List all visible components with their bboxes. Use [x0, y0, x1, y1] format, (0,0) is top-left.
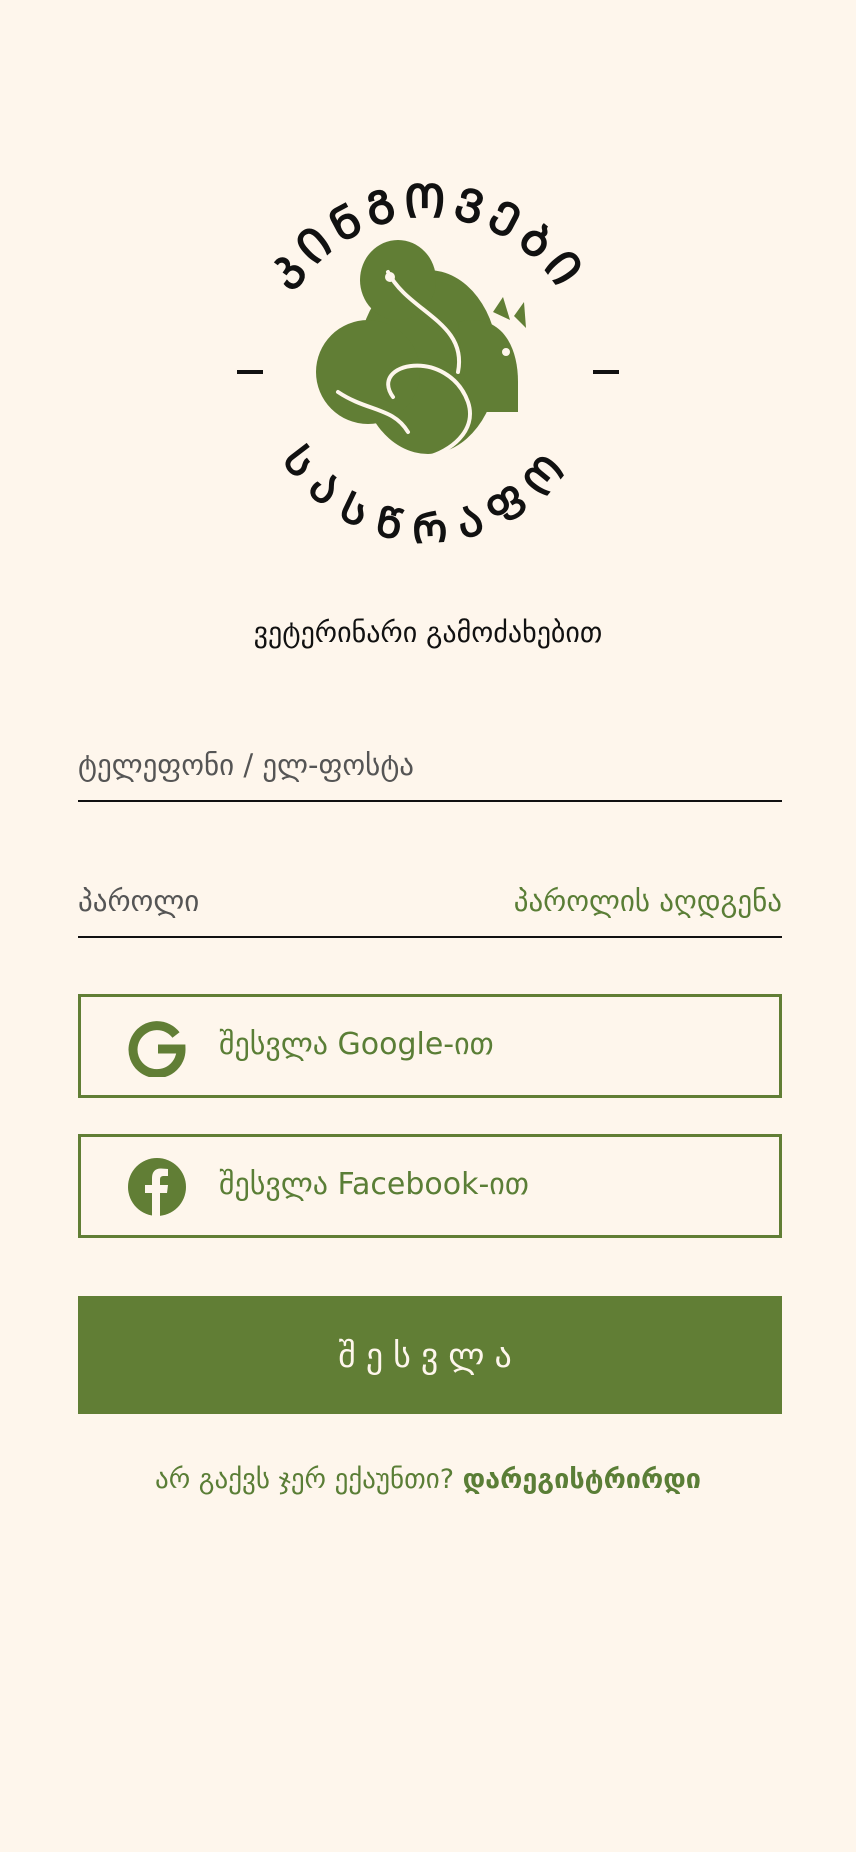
- facebook-login-label: შესვლა Facebook-ით: [219, 1167, 529, 1202]
- login-button-label: შესვლა: [338, 1336, 522, 1376]
- facebook-login-button[interactable]: შესვლა Facebook-ით: [78, 1134, 782, 1238]
- login-button[interactable]: შესვლა: [78, 1296, 782, 1414]
- facebook-icon: [127, 1157, 187, 1217]
- pet-logo-icon: ᲙᲘᲜᲒᲝᲕᲔᲑᲘ ᲡᲐᲡᲬᲠᲐᲤᲝ: [237, 174, 619, 553]
- register-link[interactable]: დარეგისტრირდი: [463, 1464, 701, 1495]
- tagline: ვეტერინარი გამოძახებით: [253, 616, 603, 649]
- register-prompt-text: არ გაქვს ჯერ ექაუნთი?: [155, 1464, 455, 1495]
- google-icon: [127, 1017, 187, 1079]
- password-placeholder: პაროლი: [78, 884, 200, 918]
- password-field[interactable]: პაროლი პაროლის აღდგენა: [78, 858, 782, 938]
- phone-email-placeholder: ტელეფონი / ელ-ფოსტა: [78, 748, 415, 782]
- google-login-button[interactable]: შესვლა Google-ით: [78, 994, 782, 1098]
- forgot-password-link[interactable]: პაროლის აღდგენა: [514, 884, 782, 918]
- phone-email-field[interactable]: ტელეფონი / ელ-ფოსტა: [78, 722, 782, 802]
- brand-logo: ᲙᲘᲜᲒᲝᲕᲔᲑᲘ ᲡᲐᲡᲬᲠᲐᲤᲝ: [218, 162, 638, 582]
- register-prompt: არ გაქვს ჯერ ექაუნთი? დარეგისტრირდი: [0, 1464, 856, 1495]
- google-login-label: შესვლა Google-ით: [219, 1027, 494, 1062]
